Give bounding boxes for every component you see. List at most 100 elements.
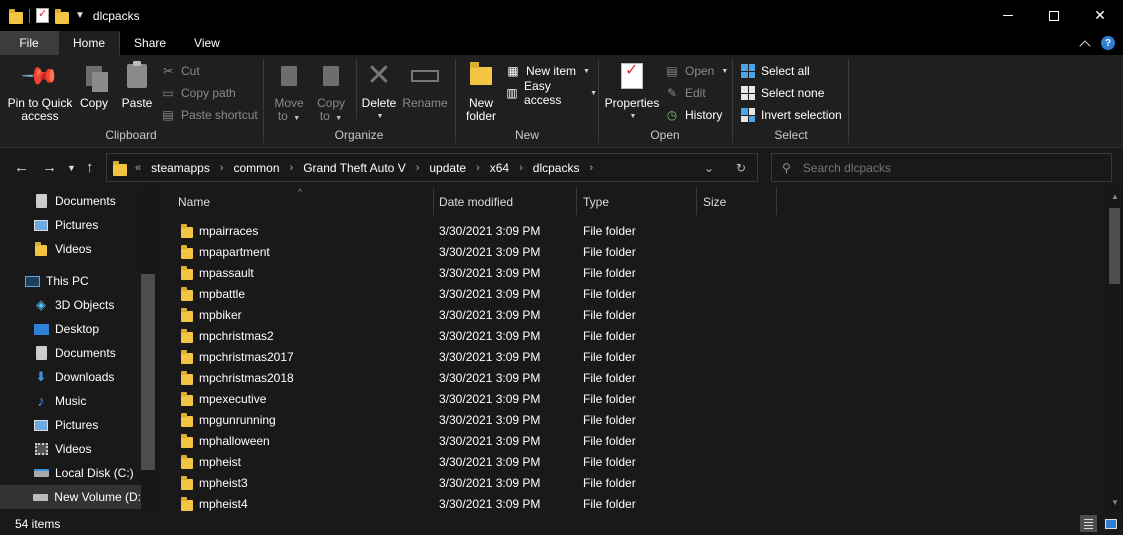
column-header-type[interactable]: Type xyxy=(583,195,609,209)
group-label: New xyxy=(514,128,539,142)
easy-access-button[interactable]: ▥ Easy access ▼ xyxy=(505,79,597,107)
column-divider[interactable] xyxy=(433,188,434,215)
edit-button[interactable]: ✎ Edit xyxy=(664,83,706,103)
copy-path-button[interactable]: ▭ Copy path xyxy=(160,83,235,103)
file-row[interactable]: mpchristmas2017 3/30/2021 3:09 PM File fol… xyxy=(160,346,1108,367)
tab-view[interactable]: View xyxy=(180,31,234,55)
back-arrow-icon[interactable]: ← xyxy=(14,159,29,176)
breadcrumb-common[interactable]: common xyxy=(234,161,280,175)
file-list-scrollbar[interactable]: ▲ ▼ xyxy=(1106,188,1123,512)
file-row[interactable]: mpheist4 3/30/2021 3:09 PM File folder xyxy=(160,493,1108,512)
column-header-size[interactable]: Size xyxy=(703,195,726,209)
paste-button[interactable]: Paste xyxy=(118,59,156,110)
customize-toolbar-icon[interactable]: ▼ xyxy=(75,10,85,21)
select-all-icon xyxy=(741,64,755,78)
file-type: File folder xyxy=(583,433,636,448)
refresh-icon[interactable]: ↻ xyxy=(725,161,757,175)
sidebar-item-local-disk-c[interactable]: Local Disk (C:) xyxy=(0,461,141,485)
group-label: Select xyxy=(774,128,808,142)
address-dropdown-icon[interactable]: ⌄ xyxy=(693,161,725,175)
file-row[interactable]: mpexecutive 3/30/2021 3:09 PM File folder xyxy=(160,388,1108,409)
scroll-down-icon[interactable]: ▼ xyxy=(1111,498,1119,507)
sidebar-item-videos-pc[interactable]: Videos xyxy=(0,437,141,461)
breadcrumb-x64[interactable]: x64 xyxy=(490,161,509,175)
sidebar-item-desktop[interactable]: Desktop xyxy=(0,317,141,341)
up-arrow-icon[interactable]: ↑ xyxy=(86,159,94,176)
column-header-date-modified[interactable]: Date modified xyxy=(439,195,513,209)
paste-shortcut-button[interactable]: ▤ Paste shortcut xyxy=(160,105,257,125)
sidebar-item-pictures-pc[interactable]: Pictures xyxy=(0,413,141,437)
select-all-button[interactable]: Select all xyxy=(740,61,810,81)
file-date-modified: 3/30/2021 3:09 PM xyxy=(439,412,541,427)
file-row[interactable]: mpbattle 3/30/2021 3:09 PM File folder xyxy=(160,283,1108,304)
forward-arrow-icon[interactable]: → xyxy=(42,159,57,176)
copy-to-button[interactable]: Copy to ▼ xyxy=(311,59,351,125)
sidebar-item-this-pc[interactable]: This PC xyxy=(0,269,141,293)
pin-to-quick-access-button[interactable]: 📌 Pin to Quick access xyxy=(7,56,73,123)
properties-icon[interactable] xyxy=(36,7,49,23)
column-divider[interactable] xyxy=(576,188,577,215)
invert-selection-button[interactable]: Invert selection xyxy=(740,105,842,125)
details-view-button[interactable] xyxy=(1080,515,1097,532)
large-icons-view-button[interactable] xyxy=(1102,515,1119,532)
folder-icon xyxy=(181,433,195,449)
delete-button[interactable]: ✕ Delete ▼ xyxy=(359,59,399,123)
breadcrumb-grand-theft-auto-v[interactable]: Grand Theft Auto V xyxy=(303,161,406,175)
file-row[interactable]: mpheist3 3/30/2021 3:09 PM File folder xyxy=(160,472,1108,493)
new-folder-icon[interactable] xyxy=(55,8,69,24)
sidebar-item-documents-pc[interactable]: Documents xyxy=(0,341,141,365)
cut-button[interactable]: ✂ Cut xyxy=(160,61,200,81)
file-row[interactable]: mpairraces 3/30/2021 3:09 PM File folder xyxy=(160,220,1108,241)
sidebar-item-downloads[interactable]: ⬇ Downloads xyxy=(0,365,141,389)
folder-icon[interactable] xyxy=(9,8,23,24)
properties-button[interactable]: Properties ▼ xyxy=(604,59,660,123)
column-divider[interactable] xyxy=(696,188,697,215)
close-button[interactable]: ✕ xyxy=(1077,0,1123,31)
sidebar-scrollbar-thumb[interactable] xyxy=(141,274,155,470)
file-row[interactable]: mpapartment 3/30/2021 3:09 PM File folder xyxy=(160,241,1108,262)
column-header-name[interactable]: Name xyxy=(178,195,210,209)
scrollbar-thumb[interactable] xyxy=(1109,208,1120,284)
sidebar-item-pictures[interactable]: Pictures xyxy=(0,213,141,237)
folder-icon xyxy=(181,454,195,470)
new-item-button[interactable]: ▦ New item ▼ xyxy=(505,61,590,81)
sidebar-item-3d-objects[interactable]: ◈ 3D Objects xyxy=(0,293,141,317)
breadcrumb-update[interactable]: update xyxy=(429,161,466,175)
collapse-ribbon-icon[interactable] xyxy=(1079,39,1091,52)
tab-home[interactable]: Home xyxy=(58,31,121,55)
file-row[interactable]: mphalloween 3/30/2021 3:09 PM File folder xyxy=(160,430,1108,451)
breadcrumb-steamapps[interactable]: steamapps xyxy=(151,161,210,175)
select-none-button[interactable]: Select none xyxy=(740,83,824,103)
address-bar[interactable]: « steamapps › common › Grand Theft Auto V ›… xyxy=(106,153,758,182)
rename-button[interactable]: Rename xyxy=(401,59,449,110)
copy-button[interactable]: Copy xyxy=(76,59,112,110)
search-input[interactable] xyxy=(802,160,1083,175)
file-name: mpchristmas2017 xyxy=(199,349,294,364)
tab-file[interactable]: File xyxy=(0,31,58,55)
help-icon[interactable]: ? xyxy=(1101,36,1115,50)
sidebar-item-documents[interactable]: Documents xyxy=(0,189,141,213)
file-row[interactable]: mpchristmas2 3/30/2021 3:09 PM File folder xyxy=(160,325,1108,346)
minimize-button[interactable] xyxy=(985,0,1031,31)
recent-locations-icon[interactable]: ▼ xyxy=(67,163,76,173)
column-divider[interactable] xyxy=(776,188,777,215)
breadcrumb-dlcpacks[interactable]: dlcpacks xyxy=(533,161,580,175)
file-row[interactable]: mpbiker 3/30/2021 3:09 PM File folder xyxy=(160,304,1108,325)
maximize-button[interactable] xyxy=(1031,0,1077,31)
file-row[interactable]: mpheist 3/30/2021 3:09 PM File folder xyxy=(160,451,1108,472)
sidebar-item-videos[interactable]: Videos xyxy=(0,237,141,261)
file-row[interactable]: mpassault 3/30/2021 3:09 PM File folder xyxy=(160,262,1108,283)
new-folder-button[interactable]: New folder xyxy=(461,59,501,123)
scroll-up-icon[interactable]: ▲ xyxy=(1111,192,1119,201)
file-row[interactable]: mpgunrunning 3/30/2021 3:09 PM File folder xyxy=(160,409,1108,430)
open-button[interactable]: ▤ Open ▼ xyxy=(664,61,728,81)
history-button[interactable]: ◷ History xyxy=(664,105,723,125)
breadcrumb-overflow[interactable]: « xyxy=(135,162,141,174)
sidebar-item-new-volume-d[interactable]: New Volume (D: xyxy=(0,485,141,509)
search-box[interactable]: ⚲ xyxy=(771,153,1112,182)
tab-share[interactable]: Share xyxy=(120,31,180,55)
file-row[interactable]: mpchristmas2018 3/30/2021 3:09 PM File fol… xyxy=(160,367,1108,388)
sidebar-item-music[interactable]: ♪ Music xyxy=(0,389,141,413)
move-to-button[interactable]: Move to ▼ xyxy=(269,59,309,125)
file-name: mpheist3 xyxy=(199,475,248,490)
